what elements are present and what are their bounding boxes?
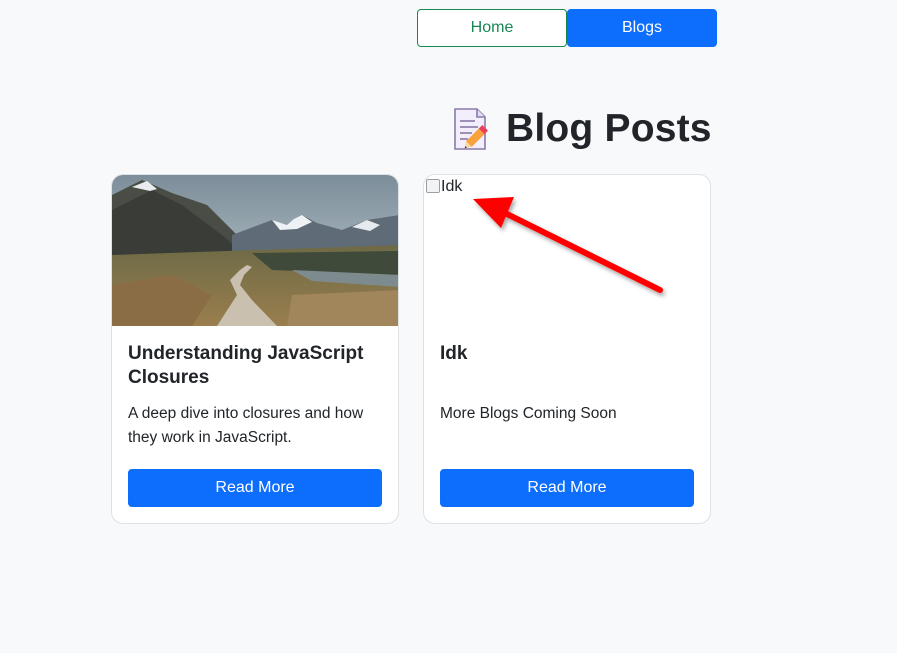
card-title: Idk	[440, 343, 468, 364]
blogs-button[interactable]: Blogs	[567, 9, 717, 47]
read-more-button[interactable]: Read More	[440, 469, 694, 507]
mountain-boardwalk-photo	[112, 175, 398, 326]
card-description: A deep dive into closures and how they w…	[128, 405, 364, 446]
blog-card: Idk Idk More Blogs Coming Soon Read More	[423, 174, 711, 524]
home-button[interactable]: Home	[417, 9, 567, 47]
card-title: Understanding JavaScript Closures	[128, 343, 364, 388]
broken-image: Idk	[424, 175, 710, 326]
image-alt-text: Idk	[441, 178, 463, 195]
page-title-text: Blog Posts	[506, 107, 712, 150]
read-more-button[interactable]: Read More	[128, 469, 382, 507]
card-description: More Blogs Coming Soon	[440, 405, 617, 422]
blog-card: Understanding JavaScript Closures A deep…	[111, 174, 399, 524]
memo-pencil-icon	[454, 108, 489, 150]
page-title: Blog Posts	[450, 104, 712, 154]
broken-image-icon	[426, 179, 440, 193]
page: Home Blogs Blog Posts Understanding Java…	[0, 0, 897, 653]
